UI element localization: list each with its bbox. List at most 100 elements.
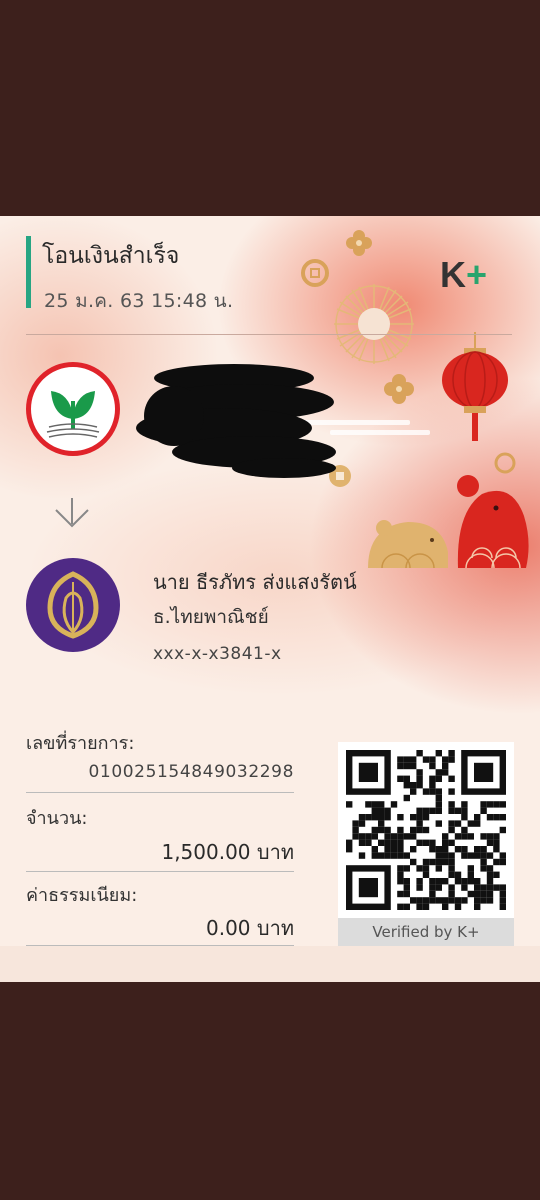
qr-module — [378, 826, 385, 834]
qr-module — [435, 858, 442, 866]
qr-module — [403, 833, 410, 840]
qr-module — [371, 801, 378, 808]
qr-module — [397, 833, 404, 840]
qr-module — [467, 871, 474, 878]
lantern-icon — [442, 332, 508, 441]
transfer-datetime: 25 ม.ค. 63 15:48 น. — [44, 290, 234, 312]
scb-bodhi-leaf-icon — [47, 571, 99, 639]
qr-module — [422, 858, 430, 866]
qr-module — [480, 852, 487, 859]
qr-module — [429, 807, 436, 814]
qr-module — [486, 814, 494, 821]
qr-module — [403, 775, 410, 782]
qr-module — [358, 814, 366, 821]
qr-module — [397, 826, 404, 834]
qr-module — [429, 846, 436, 853]
qr-module — [493, 884, 500, 891]
qr-module — [358, 852, 366, 859]
qr-module — [352, 820, 359, 827]
qr-module — [384, 852, 391, 859]
qr-module — [474, 820, 481, 827]
qr-module — [403, 903, 410, 910]
qr-module — [416, 903, 423, 910]
qr-module — [397, 871, 404, 878]
qr-module — [416, 814, 423, 821]
qr-module — [352, 826, 359, 834]
qr-module — [403, 794, 410, 802]
qr-module — [474, 903, 481, 910]
qr-module — [371, 814, 378, 821]
qr-module — [448, 750, 455, 757]
qr-module — [397, 775, 404, 782]
qr-module — [397, 903, 404, 910]
qr-module — [397, 890, 404, 898]
qr-module — [493, 858, 500, 866]
qr-module — [435, 852, 442, 859]
qr-module — [429, 782, 436, 789]
qr-module — [480, 846, 487, 853]
qr-module — [358, 833, 366, 840]
qr-module — [435, 846, 442, 853]
qr-module — [474, 884, 481, 891]
qr-module — [390, 852, 398, 859]
qr-module — [390, 839, 398, 846]
slip-footer — [0, 946, 540, 982]
qr-module — [416, 884, 423, 891]
qr-module — [410, 833, 417, 840]
qr-module — [448, 839, 455, 846]
qr-module — [422, 871, 430, 878]
qr-module — [480, 884, 487, 891]
qr-module — [416, 769, 423, 776]
accent-bar — [26, 236, 31, 308]
qr-module — [474, 878, 481, 885]
qr-module — [435, 750, 442, 757]
qr-module — [486, 852, 494, 859]
qr-module — [448, 820, 455, 827]
qr-module — [448, 871, 455, 878]
qr-module — [435, 794, 442, 802]
qr-module — [410, 788, 417, 795]
qr-module — [461, 814, 468, 821]
qr-module — [416, 775, 423, 782]
verification-qr-code[interactable] — [338, 742, 514, 920]
qr-module — [486, 890, 494, 898]
qr-module — [480, 833, 487, 840]
qr-module — [499, 897, 506, 904]
qr-module — [454, 833, 462, 840]
qr-module — [429, 897, 436, 904]
qr-module — [403, 782, 410, 789]
qr-module — [371, 807, 378, 814]
qr-module — [480, 858, 487, 866]
qr-module — [442, 897, 449, 904]
receiver-bank: ธ.ไทยพาณิชย์ — [153, 606, 269, 628]
qr-module — [454, 897, 462, 904]
divider — [26, 871, 294, 872]
qr-module — [467, 833, 474, 840]
qr-module — [397, 865, 404, 872]
qr-module — [410, 897, 417, 904]
qr-module — [403, 756, 410, 763]
qr-module — [416, 878, 423, 885]
qr-module — [461, 801, 468, 808]
sender-bank-logo — [26, 362, 120, 456]
qr-module — [480, 890, 487, 898]
qr-module — [397, 852, 404, 859]
qr-module — [403, 852, 410, 859]
qr-module — [448, 884, 455, 891]
qr-module — [378, 814, 385, 821]
qr-module — [397, 846, 404, 853]
qr-module — [480, 807, 487, 814]
qr-module — [499, 826, 506, 834]
coin-ornament-icon — [301, 259, 329, 287]
fee-label: ค่าธรรมเนียม: — [26, 885, 138, 906]
qr-module — [442, 839, 449, 846]
qr-module — [435, 769, 442, 776]
qr-module — [429, 878, 436, 885]
qr-module — [378, 801, 385, 808]
qr-finder-pattern — [358, 762, 378, 782]
qr-module — [454, 871, 462, 878]
qr-module — [467, 852, 474, 859]
qr-module — [371, 846, 378, 853]
fee-value: 0.00 บาท — [206, 916, 294, 940]
qr-module — [403, 890, 410, 898]
